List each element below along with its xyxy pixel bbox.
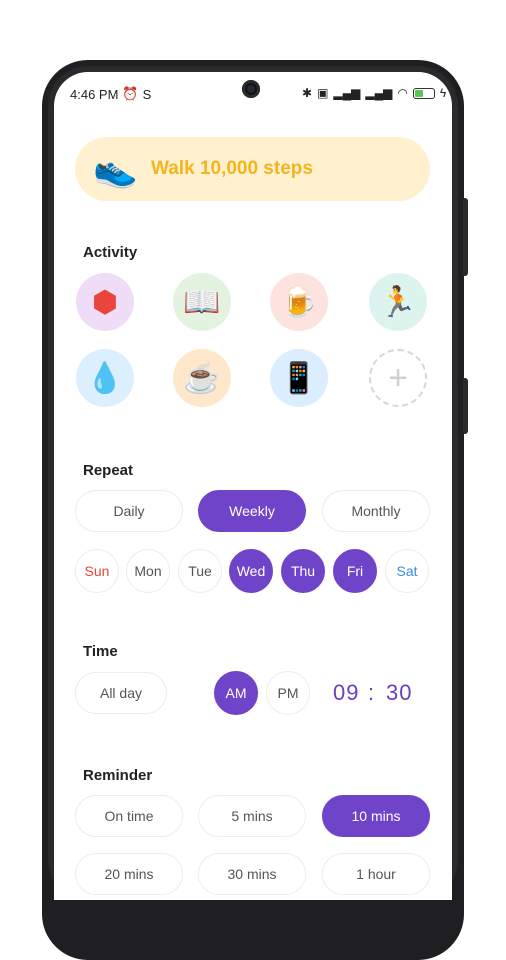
activity-book-icon[interactable]: 📖 [173, 273, 231, 331]
time-hour[interactable]: 09 [333, 680, 359, 706]
sneaker-icon: 👟 [93, 148, 138, 189]
repeat-title: Repeat [83, 462, 134, 479]
alarm-icon: ⏰ [122, 86, 139, 101]
status-bar-left: 4:46 PM ⏰ S [70, 86, 151, 102]
signal-icon: ▂▄▆ [333, 86, 361, 100]
reminder-option-button[interactable]: 20 mins [75, 853, 183, 895]
activity-beer-icon[interactable]: 🍺 [270, 273, 328, 331]
day-sun-button[interactable]: Sun [75, 549, 119, 593]
status-bar-right: ✱ ▣ ▂▄▆ ▂▄▆ ◠ ϟ [302, 86, 446, 100]
wifi-icon: ◠ [397, 86, 408, 100]
status-time: 4:46 PM [70, 86, 119, 102]
goal-card[interactable]: 👟 Walk 10,000 steps [75, 137, 430, 201]
day-fri-button[interactable]: Fri [333, 549, 377, 593]
activity-phone-icon[interactable]: 📱 [270, 349, 328, 407]
time-minute[interactable]: 30 [386, 680, 412, 706]
battery-level [414, 89, 423, 97]
battery-icon [412, 87, 435, 99]
time-separator: : [368, 680, 376, 705]
time-title: Time [83, 643, 118, 660]
charging-icon: ϟ [439, 86, 447, 100]
activity-water-icon[interactable]: 💧 [76, 349, 134, 407]
pm-button[interactable]: PM [266, 671, 310, 715]
activity-coffee-icon[interactable]: ☕ [173, 349, 231, 407]
front-camera [242, 80, 260, 98]
day-thu-button[interactable]: Thu [281, 549, 325, 593]
repeat-daily-button[interactable]: Daily [75, 490, 183, 532]
reminder-title: Reminder [83, 767, 153, 784]
bluetooth-icon: ✱ [302, 86, 313, 100]
repeat-weekly-button[interactable]: Weekly [198, 490, 306, 532]
reminder-option-button[interactable]: 30 mins [198, 853, 306, 895]
all-day-button[interactable]: All day [75, 672, 167, 714]
reminder-option-button[interactable]: On time [75, 795, 183, 837]
add-activity-button[interactable]: + [369, 349, 427, 407]
power-button [463, 378, 468, 434]
am-button[interactable]: AM [214, 671, 258, 715]
day-wed-button[interactable]: Wed [229, 549, 273, 593]
sim-icon: ▣ [317, 86, 329, 100]
reminder-option-button[interactable]: 1 hour [322, 853, 430, 895]
reminder-option-button[interactable]: 10 mins [322, 795, 430, 837]
signal-icon: ▂▄▆ [365, 86, 393, 100]
status-extra: S [142, 86, 152, 102]
repeat-monthly-button[interactable]: Monthly [322, 490, 430, 532]
goal-title: Walk 10,000 steps [151, 158, 313, 179]
activity-runner-icon[interactable]: 🏃 [369, 273, 427, 331]
day-sat-button[interactable]: Sat [385, 549, 429, 593]
volume-button [463, 198, 468, 276]
activity-hexagons-icon[interactable]: ⬢ [76, 273, 134, 331]
activity-title: Activity [83, 244, 138, 261]
day-mon-button[interactable]: Mon [126, 549, 170, 593]
day-tue-button[interactable]: Tue [178, 549, 222, 593]
reminder-option-button[interactable]: 5 mins [198, 795, 306, 837]
